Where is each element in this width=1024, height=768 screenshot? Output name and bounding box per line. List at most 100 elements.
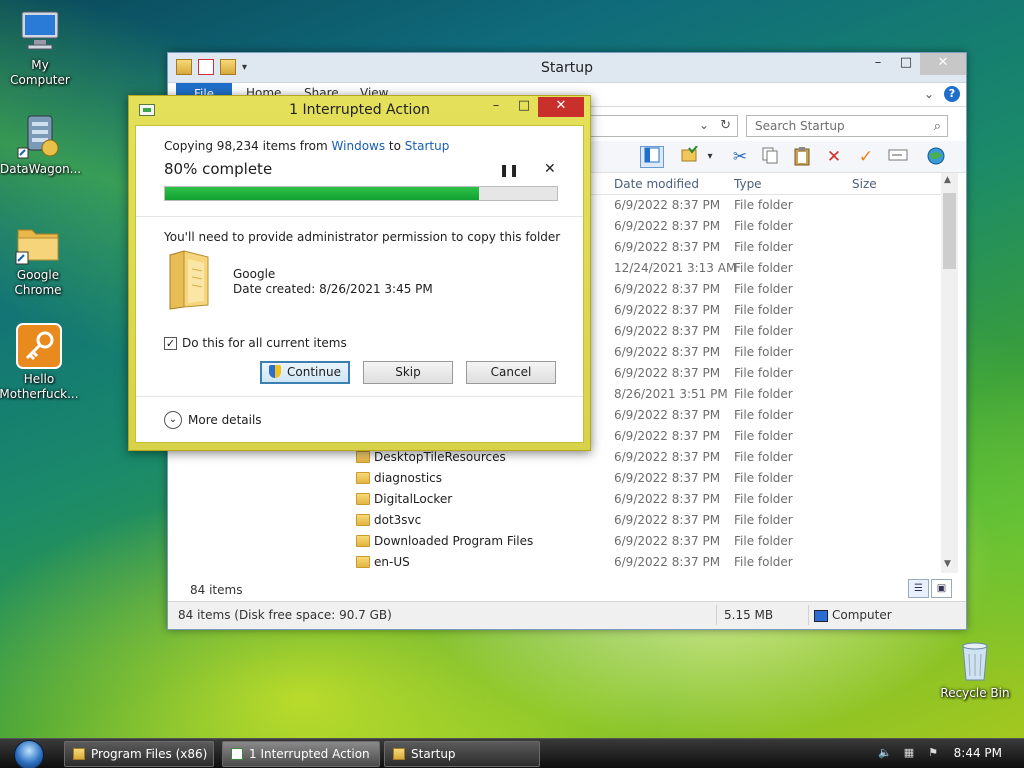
large-icons-view-icon[interactable]: ▣ (931, 579, 952, 598)
file-date: 6/9/2022 8:37 PM (614, 324, 721, 338)
status-size: 5.15 MB (724, 608, 774, 622)
divider (136, 396, 583, 397)
copy-icon[interactable] (758, 146, 782, 168)
scroll-thumb[interactable] (943, 193, 956, 269)
more-details-toggle[interactable]: ⌄ More details (164, 411, 262, 429)
cancel-copy-icon[interactable]: ✕ (544, 161, 556, 177)
folder-icon (73, 748, 85, 760)
file-date: 6/9/2022 8:37 PM (614, 429, 721, 443)
preview-pane-icon[interactable] (640, 146, 664, 168)
explorer-titlebar[interactable]: ▾ Startup – □ ✕ (168, 53, 966, 83)
taskbar-item-label: Startup (411, 747, 456, 761)
table-row[interactable]: en-US 6/9/2022 8:37 PM File folder (168, 552, 942, 573)
refresh-icon[interactable]: ↻ (720, 118, 731, 133)
desktop-icon-recycle-bin[interactable]: Recycle Bin (935, 636, 1015, 701)
apply-all-checkbox[interactable]: ✓ Do this for all current items (164, 336, 347, 350)
chevron-down-icon[interactable]: ⌄ (924, 87, 934, 101)
cancel-button[interactable]: Cancel (466, 361, 556, 384)
taskbar-item-interrupted-action[interactable]: 1 Interrupted Action (222, 741, 380, 767)
file-type: File folder (734, 555, 793, 569)
folder-date: Date created: 8/26/2021 3:45 PM (233, 282, 433, 296)
copy-prefix: Copying 98,234 items from (164, 139, 332, 153)
checkbox-box[interactable]: ✓ (164, 336, 177, 350)
file-type: File folder (734, 429, 793, 443)
table-row[interactable]: diagnostics 6/9/2022 8:37 PM File folder (168, 468, 942, 489)
cut-icon[interactable]: ✂ (728, 146, 752, 168)
chevron-down-icon[interactable]: ⌄ (699, 118, 709, 132)
source-link[interactable]: Windows (332, 139, 386, 153)
start-button[interactable] (10, 739, 50, 768)
details-view-icon[interactable]: ☰ (908, 579, 929, 598)
paste-icon[interactable] (790, 146, 814, 168)
computer-icon (814, 610, 828, 622)
search-icon[interactable]: ⌕ (934, 119, 941, 134)
file-type: File folder (734, 534, 793, 548)
minimize-button[interactable]: – (482, 97, 510, 117)
action-center-icon[interactable]: ⚑ (926, 746, 940, 760)
taskbar-item-program-files[interactable]: Program Files (x86) (64, 741, 214, 767)
chevron-down-icon[interactable]: ▾ (698, 146, 722, 168)
file-type: File folder (734, 450, 793, 464)
column-date-modified[interactable]: Date modified (614, 177, 699, 191)
window-controls: – □ ✕ (864, 53, 966, 75)
column-type[interactable]: Type (734, 177, 762, 191)
network-icon[interactable]: ▦ (902, 746, 916, 760)
window-title: Startup (541, 60, 593, 76)
divider (136, 216, 583, 217)
delete-icon[interactable]: ✕ (822, 146, 846, 168)
desktop-icon-datawagon[interactable]: DataWagon... (0, 112, 82, 177)
folder-icon (356, 514, 370, 526)
file-date: 6/9/2022 8:37 PM (614, 282, 721, 296)
status-bar: 84 items (Disk free space: 90.7 GB) 5.15… (168, 601, 966, 629)
file-date: 6/9/2022 8:37 PM (614, 513, 721, 527)
folder-icon (166, 249, 212, 310)
rename-check-icon[interactable]: ✓ (854, 146, 878, 168)
column-size[interactable]: Size (852, 177, 877, 191)
volume-muted-icon[interactable]: 🔈 (878, 746, 892, 760)
maximize-button[interactable]: □ (892, 53, 920, 75)
file-date: 6/9/2022 8:37 PM (614, 534, 721, 548)
desktop-icon-label: DataWagon... (0, 162, 82, 176)
skip-button[interactable]: Skip (363, 361, 453, 384)
table-row[interactable]: Downloaded Program Files 6/9/2022 8:37 PM… (168, 531, 942, 552)
address-bar[interactable]: ⌄ ↻ (588, 115, 738, 137)
desktop-icon-hello[interactable]: Hello Motherfuck... (0, 322, 79, 402)
destination-link[interactable]: Startup (405, 139, 450, 153)
percent-complete: 80% complete (164, 160, 273, 178)
table-row[interactable]: dot3svc 6/9/2022 8:37 PM File folder (168, 510, 942, 531)
progress-bar (164, 186, 558, 201)
desktop-icon-my-computer[interactable]: My Computer (0, 8, 80, 88)
search-input[interactable]: Search Startup ⌕ (746, 115, 948, 137)
rename-icon[interactable] (886, 146, 910, 168)
scroll-down-icon[interactable]: ▼ (944, 559, 951, 569)
permission-message: You'll need to provide administrator per… (164, 230, 561, 244)
clock[interactable]: 8:44 PM (954, 746, 1002, 760)
taskbar-item-startup[interactable]: Startup (384, 741, 540, 767)
maximize-button[interactable]: □ (510, 97, 538, 117)
scroll-up-icon[interactable]: ▲ (944, 175, 951, 185)
table-row[interactable]: DigitalLocker 6/9/2022 8:37 PM File folder (168, 489, 942, 510)
chevron-down-icon[interactable]: ⌄ (164, 411, 182, 429)
help-icon[interactable]: ? (944, 86, 960, 102)
file-type: File folder (734, 303, 793, 317)
continue-button[interactable]: Continue (260, 361, 350, 384)
folder-icon (356, 451, 370, 463)
desktop-icon-google-chrome[interactable]: Google Chrome (0, 218, 78, 298)
file-date: 6/9/2022 8:37 PM (614, 450, 721, 464)
file-date: 6/9/2022 8:37 PM (614, 471, 721, 485)
status-disk-free: 84 items (Disk free space: 90.7 GB) (178, 608, 392, 622)
pause-button[interactable]: ❚❚ (499, 163, 519, 177)
close-button[interactable]: ✕ (920, 53, 966, 75)
minimize-button[interactable]: – (864, 53, 892, 75)
ribbon-right: ⌄ ? (924, 86, 960, 102)
globe-icon[interactable] (924, 146, 948, 168)
more-details-label: More details (188, 413, 262, 427)
folder-shortcut-icon (14, 218, 62, 266)
file-type: File folder (734, 240, 793, 254)
file-date: 8/26/2021 3:51 PM (614, 387, 728, 401)
folder-icon (356, 472, 370, 484)
vertical-scrollbar[interactable]: ▲ ▼ (941, 173, 958, 573)
close-button[interactable]: ✕ (538, 97, 584, 117)
file-type: File folder (734, 513, 793, 527)
folder-icon (356, 535, 370, 547)
